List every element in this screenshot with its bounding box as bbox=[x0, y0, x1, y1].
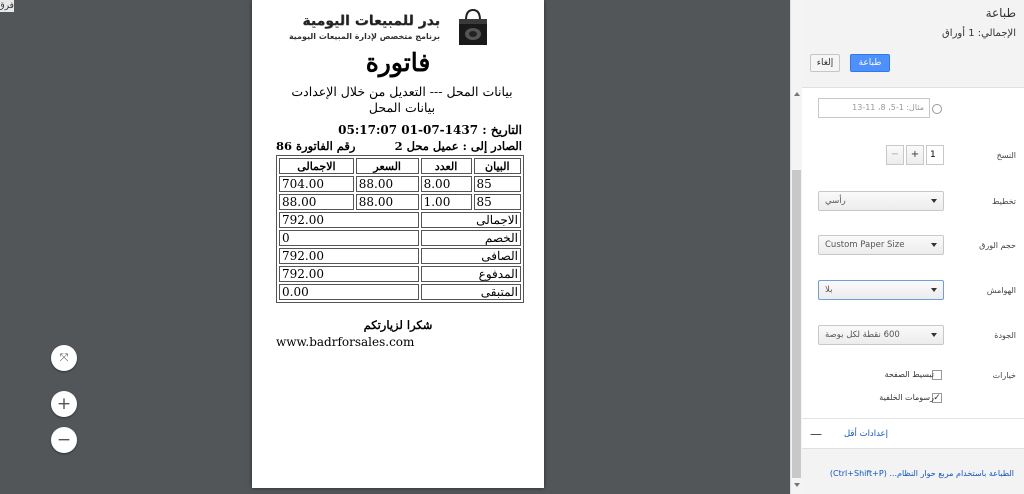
invoice-table: البيان العدد السعر الاجمالى 85 8.00 88.0… bbox=[276, 155, 524, 303]
chevron-down-icon bbox=[931, 333, 937, 337]
custom-pages-radio[interactable] bbox=[932, 104, 942, 114]
copies-decrement-button[interactable]: − bbox=[886, 145, 904, 165]
total-sheets: الإجمالي: 1 أوراق bbox=[942, 28, 1016, 39]
total-row: المتبقى 0.00 bbox=[279, 284, 521, 300]
pages-input[interactable]: مثال: 1-5، 8، 11-13 bbox=[818, 98, 930, 118]
invoice-number: رقم الفاتورة 86 bbox=[276, 139, 356, 153]
zoom-out-button[interactable]: − bbox=[51, 427, 77, 453]
quality-label: الجودة bbox=[994, 331, 1016, 340]
layout-label: تخطيط bbox=[992, 197, 1016, 206]
scroll-down-arrow-icon[interactable] bbox=[794, 483, 800, 487]
quality-select[interactable]: 600 نقطة لكل بوصة bbox=[818, 325, 944, 345]
corner-tab: فرق bbox=[0, 0, 14, 12]
margins-value: بلا bbox=[825, 285, 833, 295]
logo-subtitle: برنامج متخصص لإدارة المبيعات اليومية bbox=[288, 32, 440, 41]
layout-value: رأسي bbox=[825, 196, 846, 206]
panel-scrollbar[interactable] bbox=[790, 0, 802, 494]
quality-value: 600 نقطة لكل بوصة bbox=[825, 330, 900, 340]
column-header: السعر bbox=[355, 158, 419, 174]
scroll-up-arrow-icon[interactable] bbox=[794, 92, 800, 96]
total-label: الصافى bbox=[420, 248, 521, 264]
total-row: المدفوع 792.00 bbox=[279, 266, 521, 282]
table-cell: 704.00 bbox=[279, 176, 354, 192]
column-header: الاجمالى bbox=[279, 158, 354, 174]
chevron-down-icon bbox=[931, 288, 937, 292]
table-cell: 88.00 bbox=[355, 194, 419, 210]
zoom-in-button[interactable]: + bbox=[51, 391, 77, 417]
panel-title: طباعة bbox=[985, 6, 1016, 20]
margins-select[interactable]: بلا bbox=[818, 280, 944, 300]
total-row: الاجمالى 792.00 bbox=[279, 212, 521, 228]
copies-increment-button[interactable]: + bbox=[906, 145, 924, 165]
invoice-date: التاريخ : 1437-07-01 05:17:07 bbox=[338, 123, 522, 137]
total-row: الخصم 0 bbox=[279, 230, 521, 246]
total-row: الصافى 792.00 bbox=[279, 248, 521, 264]
total-value: 0.00 bbox=[279, 284, 419, 300]
simplify-page-label: تبسيط الصفحة bbox=[884, 370, 934, 379]
paper-size-select[interactable]: Custom Paper Size bbox=[818, 235, 944, 255]
copies-input[interactable]: 1 bbox=[926, 145, 944, 165]
table-cell: 1.00 bbox=[420, 194, 472, 210]
table-cell: 85 bbox=[473, 194, 521, 210]
table-cell: 88.00 bbox=[355, 176, 419, 192]
table-header-row: البيان العدد السعر الاجمالى bbox=[279, 158, 521, 174]
total-value: 0 bbox=[279, 230, 419, 246]
total-label: الاجمالى bbox=[420, 212, 521, 228]
system-dialog-row: الطباعة باستخدام مربع حوار النظام... (Ct… bbox=[802, 448, 1024, 494]
collapse-icon[interactable]: — bbox=[810, 427, 822, 441]
shopping-bag-icon bbox=[459, 8, 487, 45]
table-row: 85 8.00 88.00 704.00 bbox=[279, 176, 521, 192]
table-cell: 88.00 bbox=[279, 194, 354, 210]
total-label: الخصم bbox=[420, 230, 521, 246]
cancel-button[interactable]: إلغاء bbox=[810, 54, 840, 72]
total-value: 792.00 bbox=[279, 248, 419, 264]
invoice-title: فاتورة bbox=[365, 48, 431, 77]
background-graphics-label: رسومات الخلفية bbox=[879, 393, 934, 402]
total-value: 792.00 bbox=[279, 212, 419, 228]
panel-header: طباعة الإجمالي: 1 أوراق طباعة إلغاء bbox=[802, 0, 1024, 88]
website-url: www.badrforsales.com bbox=[276, 335, 415, 349]
system-dialog-link[interactable]: الطباعة باستخدام مربع حوار النظام... (Ct… bbox=[830, 469, 1014, 478]
logo: بدر للمبيعات اليومية برنامج متخصص لإدارة… bbox=[288, 6, 522, 46]
copies-label: النسخ bbox=[996, 151, 1016, 160]
print-button[interactable]: طباعة bbox=[850, 54, 890, 72]
customer-line: الصادر إلى : عميل محل 2 رقم الفاتورة 86 bbox=[276, 139, 522, 153]
paper-size-value: Custom Paper Size bbox=[825, 240, 905, 250]
logo-title: بدر للمبيعات اليومية bbox=[302, 13, 440, 29]
layout-select[interactable]: رأسي bbox=[818, 191, 944, 211]
less-settings-link[interactable]: إعدادات أقل bbox=[844, 429, 888, 439]
customer-name: الصادر إلى : عميل محل 2 bbox=[394, 139, 522, 153]
margins-label: الهوامش bbox=[986, 286, 1016, 295]
print-settings-panel: طباعة الإجمالي: 1 أوراق طباعة إلغاء مثال… bbox=[802, 0, 1024, 494]
table-cell: 85 bbox=[473, 176, 521, 192]
table-cell: 8.00 bbox=[420, 176, 472, 192]
fit-to-page-button[interactable]: ⤧ bbox=[51, 345, 77, 371]
total-label: المدفوع bbox=[420, 266, 521, 282]
chevron-down-icon bbox=[931, 199, 937, 203]
paper-size-label: حجم الورق bbox=[979, 241, 1016, 250]
column-header: العدد bbox=[420, 158, 472, 174]
table-row: 85 1.00 88.00 88.00 bbox=[279, 194, 521, 210]
invoice-page: بدر للمبيعات اليومية برنامج متخصص لإدارة… bbox=[252, 0, 544, 488]
shop-info: بيانات المحل --- التعديل من خلال الإعداد… bbox=[291, 84, 513, 115]
options-label: خيارات bbox=[992, 371, 1016, 380]
chevron-down-icon bbox=[931, 243, 937, 247]
scroll-thumb[interactable] bbox=[792, 170, 801, 478]
thanks-message: شكرا لزيارتكم bbox=[363, 318, 433, 332]
column-header: البيان bbox=[473, 158, 521, 174]
total-label: المتبقى bbox=[420, 284, 521, 300]
print-preview-area: فرق بدر للمبيعات اليومية برنامج متخصص لإ… bbox=[0, 0, 790, 494]
total-value: 792.00 bbox=[279, 266, 419, 282]
less-settings-row: إعدادات أقل — bbox=[802, 418, 1024, 448]
